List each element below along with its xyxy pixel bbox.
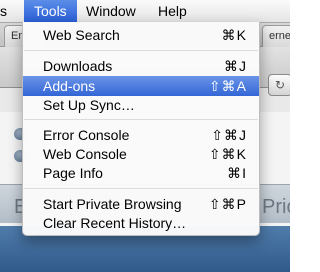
reload-icon: ↻ xyxy=(274,78,286,92)
menubar-item-tabs[interactable]: s xyxy=(0,0,7,22)
menu-item-web-console[interactable]: Web Console ⇧⌘K xyxy=(23,144,259,164)
menu-item-label: Downloads xyxy=(43,58,113,74)
menu-item-shortcut: ⌘J xyxy=(224,58,247,74)
menu-item-label: Page Info xyxy=(43,165,103,181)
browser-tab-2[interactable]: ernet Connect xyxy=(262,25,290,47)
menu-item-label: Web Search xyxy=(43,27,120,43)
menubar-item-help[interactable]: Help xyxy=(158,0,187,22)
menu-item-page-info[interactable]: Page Info ⌘I xyxy=(23,163,259,183)
banner-text-right: Prici xyxy=(262,196,290,218)
menu-item-shortcut: ⇧⌘J xyxy=(211,127,247,143)
menu-item-web-search[interactable]: Web Search ⌘K xyxy=(23,25,259,45)
menu-item-error-console[interactable]: Error Console ⇧⌘J xyxy=(23,125,259,145)
menu-item-downloads[interactable]: Downloads ⌘J xyxy=(23,56,259,76)
menu-item-set-up-sync[interactable]: Set Up Sync… xyxy=(23,95,259,115)
tab-title-2: ernet Connect xyxy=(269,30,290,42)
menu-item-label: Web Console xyxy=(43,146,127,162)
menu-item-shortcut: ⇧⌘K xyxy=(208,146,247,162)
menu-separator xyxy=(24,50,258,51)
tools-menu: Web Search ⌘K Downloads ⌘J Add-ons ⇧⌘A S… xyxy=(22,22,260,236)
menu-separator xyxy=(24,119,258,120)
menu-item-label: Set Up Sync… xyxy=(43,97,135,113)
menu-item-shortcut: ⌘I xyxy=(227,165,247,181)
menu-item-label: Add-ons xyxy=(43,78,96,94)
menu-item-label: Start Private Browsing xyxy=(43,196,182,212)
menu-separator xyxy=(24,188,258,189)
menu-item-clear-recent-history[interactable]: Clear Recent History… xyxy=(23,213,259,233)
menu-item-shortcut: ⇧⌘P xyxy=(208,196,247,212)
menu-item-label: Clear Recent History… xyxy=(43,215,187,231)
screen: Em ernet Connect ↻ E Prici s Tools Windo… xyxy=(0,0,290,272)
reload-button[interactable]: ↻ xyxy=(268,74,290,96)
menu-bar: s Tools Window Help xyxy=(0,0,290,23)
menu-item-start-private-browsing[interactable]: Start Private Browsing ⇧⌘P xyxy=(23,194,259,214)
menubar-item-window[interactable]: Window xyxy=(86,0,136,22)
menu-item-shortcut: ⇧⌘A xyxy=(208,78,247,94)
menu-item-add-ons[interactable]: Add-ons ⇧⌘A xyxy=(23,76,259,96)
menubar-item-tools[interactable]: Tools xyxy=(24,0,77,22)
menu-item-label: Error Console xyxy=(43,127,130,143)
menu-item-shortcut: ⌘K xyxy=(221,27,247,43)
